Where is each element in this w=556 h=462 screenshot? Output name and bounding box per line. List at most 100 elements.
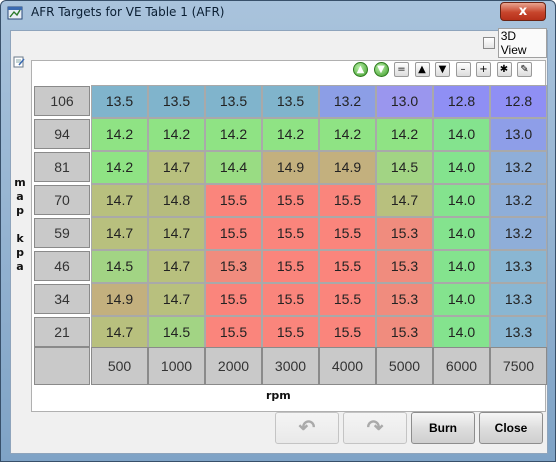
table-cell[interactable]: 14.7 [91, 316, 148, 349]
x-axis-cell[interactable]: 500 [91, 347, 148, 385]
x-axis-cell[interactable]: 2000 [205, 347, 262, 385]
burn-button[interactable]: Burn [411, 412, 475, 444]
title-bar[interactable]: AFR Targets for VE Table 1 (AFR) x [1, 1, 555, 25]
table-cell[interactable]: 15.5 [262, 283, 319, 316]
table-cell[interactable]: 15.5 [205, 316, 262, 349]
table-cell[interactable]: 15.5 [262, 184, 319, 217]
table-cell[interactable]: 14.2 [91, 118, 148, 151]
table-cell[interactable]: 13.2 [490, 217, 547, 250]
table-cell[interactable]: 15.5 [262, 250, 319, 283]
y-axis-cell[interactable]: 21 [34, 317, 90, 347]
table-cell[interactable]: 15.3 [205, 250, 262, 283]
table-cell[interactable]: 14.2 [205, 118, 262, 151]
view3d-checkbox[interactable] [483, 37, 495, 49]
table-cell[interactable]: 14.7 [148, 250, 205, 283]
view3d-label[interactable]: 3D View [497, 28, 547, 58]
window-close-button[interactable]: x [500, 2, 546, 21]
undo-button[interactable]: ↶ [275, 412, 339, 444]
table-cell[interactable]: 14.2 [319, 118, 376, 151]
table-cell[interactable]: 14.2 [262, 118, 319, 151]
y-axis-cell[interactable]: 70 [34, 185, 90, 215]
table-cell[interactable]: 15.5 [205, 217, 262, 250]
equals-button[interactable]: = [394, 62, 409, 77]
multiply-button[interactable]: ✱ [496, 62, 512, 77]
x-axis-cell[interactable]: 7500 [490, 347, 547, 385]
table-cell[interactable]: 13.3 [490, 316, 547, 349]
table-cell[interactable]: 14.0 [433, 217, 490, 250]
table-cell[interactable]: 15.5 [262, 217, 319, 250]
x-axis-cell[interactable]: 3000 [262, 347, 319, 385]
table-cell[interactable]: 13.5 [262, 85, 319, 118]
table-cell[interactable]: 14.5 [91, 250, 148, 283]
table-cell[interactable]: 15.5 [319, 283, 376, 316]
table-cell[interactable]: 15.5 [319, 250, 376, 283]
table-cell[interactable]: 15.3 [376, 316, 433, 349]
table-cell[interactable]: 13.2 [319, 85, 376, 118]
x-axis-cell[interactable]: 4000 [319, 347, 376, 385]
table-cell[interactable]: 14.5 [376, 151, 433, 184]
y-axis-cell[interactable]: 94 [34, 119, 90, 149]
table-cell[interactable]: 15.3 [376, 283, 433, 316]
pencil-button[interactable]: ✎ [517, 62, 532, 77]
table-cell[interactable]: 14.7 [91, 184, 148, 217]
table-cell[interactable]: 14.2 [148, 118, 205, 151]
table-cell[interactable]: 14.0 [433, 151, 490, 184]
y-axis-cell[interactable]: 106 [34, 86, 90, 116]
table-cell[interactable]: 15.5 [262, 316, 319, 349]
table-cell[interactable]: 15.5 [319, 184, 376, 217]
table-cell[interactable]: 13.3 [490, 283, 547, 316]
table-cell[interactable]: 14.8 [148, 184, 205, 217]
table-cell[interactable]: 14.9 [319, 151, 376, 184]
y-axis-cell[interactable]: 59 [34, 218, 90, 248]
table-cell[interactable]: 13.2 [490, 151, 547, 184]
plus-button[interactable]: + [476, 62, 491, 77]
table-cell[interactable]: 12.8 [433, 85, 490, 118]
table-cell[interactable]: 14.9 [91, 283, 148, 316]
table-cell[interactable]: 13.3 [490, 250, 547, 283]
redo-button[interactable]: ↷ [343, 412, 407, 444]
table-cell[interactable]: 12.8 [490, 85, 547, 118]
table-cell[interactable]: 14.7 [148, 151, 205, 184]
table-cell[interactable]: 15.3 [376, 217, 433, 250]
table-cell[interactable]: 14.7 [148, 283, 205, 316]
table-cell[interactable]: 13.5 [91, 85, 148, 118]
y-axis-cell[interactable]: 34 [34, 284, 90, 314]
table-cell[interactable]: 15.5 [205, 184, 262, 217]
table-cell[interactable]: 13.5 [205, 85, 262, 118]
x-axis-cell[interactable]: 5000 [376, 347, 433, 385]
table-cell[interactable]: 13.0 [490, 118, 547, 151]
x-axis-cell[interactable]: 6000 [433, 347, 490, 385]
table-cell[interactable]: 14.0 [433, 283, 490, 316]
table-cell[interactable]: 14.5 [148, 316, 205, 349]
close-button[interactable]: Close [479, 412, 543, 444]
table-cell[interactable]: 13.2 [490, 184, 547, 217]
y-axis-cell[interactable]: 46 [34, 251, 90, 281]
table-cell[interactable]: 15.5 [205, 283, 262, 316]
table-cell[interactable]: 14.2 [91, 151, 148, 184]
table-cell[interactable]: 14.4 [205, 151, 262, 184]
table-cell[interactable]: 14.0 [433, 316, 490, 349]
notepad-icon[interactable] [13, 56, 25, 68]
down-arrow-button[interactable]: ▼ [435, 62, 450, 77]
table-cell[interactable]: 13.0 [376, 85, 433, 118]
table-cell[interactable]: 15.5 [319, 217, 376, 250]
table-cell[interactable]: 14.7 [91, 217, 148, 250]
table-cell[interactable]: 14.0 [433, 250, 490, 283]
table-cell[interactable]: 14.7 [376, 184, 433, 217]
table-cell[interactable]: 13.5 [148, 85, 205, 118]
table-cell[interactable]: 15.3 [376, 250, 433, 283]
view3d-toggle[interactable]: 3D View [483, 28, 547, 58]
table-cell[interactable]: 15.5 [319, 316, 376, 349]
table-cell[interactable]: 14.0 [433, 118, 490, 151]
table-cell[interactable]: 14.7 [148, 217, 205, 250]
minus-button[interactable]: – [455, 62, 471, 77]
table-cell[interactable]: 14.2 [376, 118, 433, 151]
decrease-green-button[interactable]: ▼ [373, 62, 389, 77]
x-axis-cell[interactable]: 1000 [148, 347, 205, 385]
table-cell[interactable]: 14.0 [433, 184, 490, 217]
up-arrow-button[interactable]: ▲ [414, 62, 430, 77]
table-cell[interactable]: 14.9 [262, 151, 319, 184]
increase-green-button[interactable]: ▲ [353, 62, 368, 77]
app-icon [7, 6, 23, 20]
y-axis-cell[interactable]: 81 [34, 152, 90, 182]
